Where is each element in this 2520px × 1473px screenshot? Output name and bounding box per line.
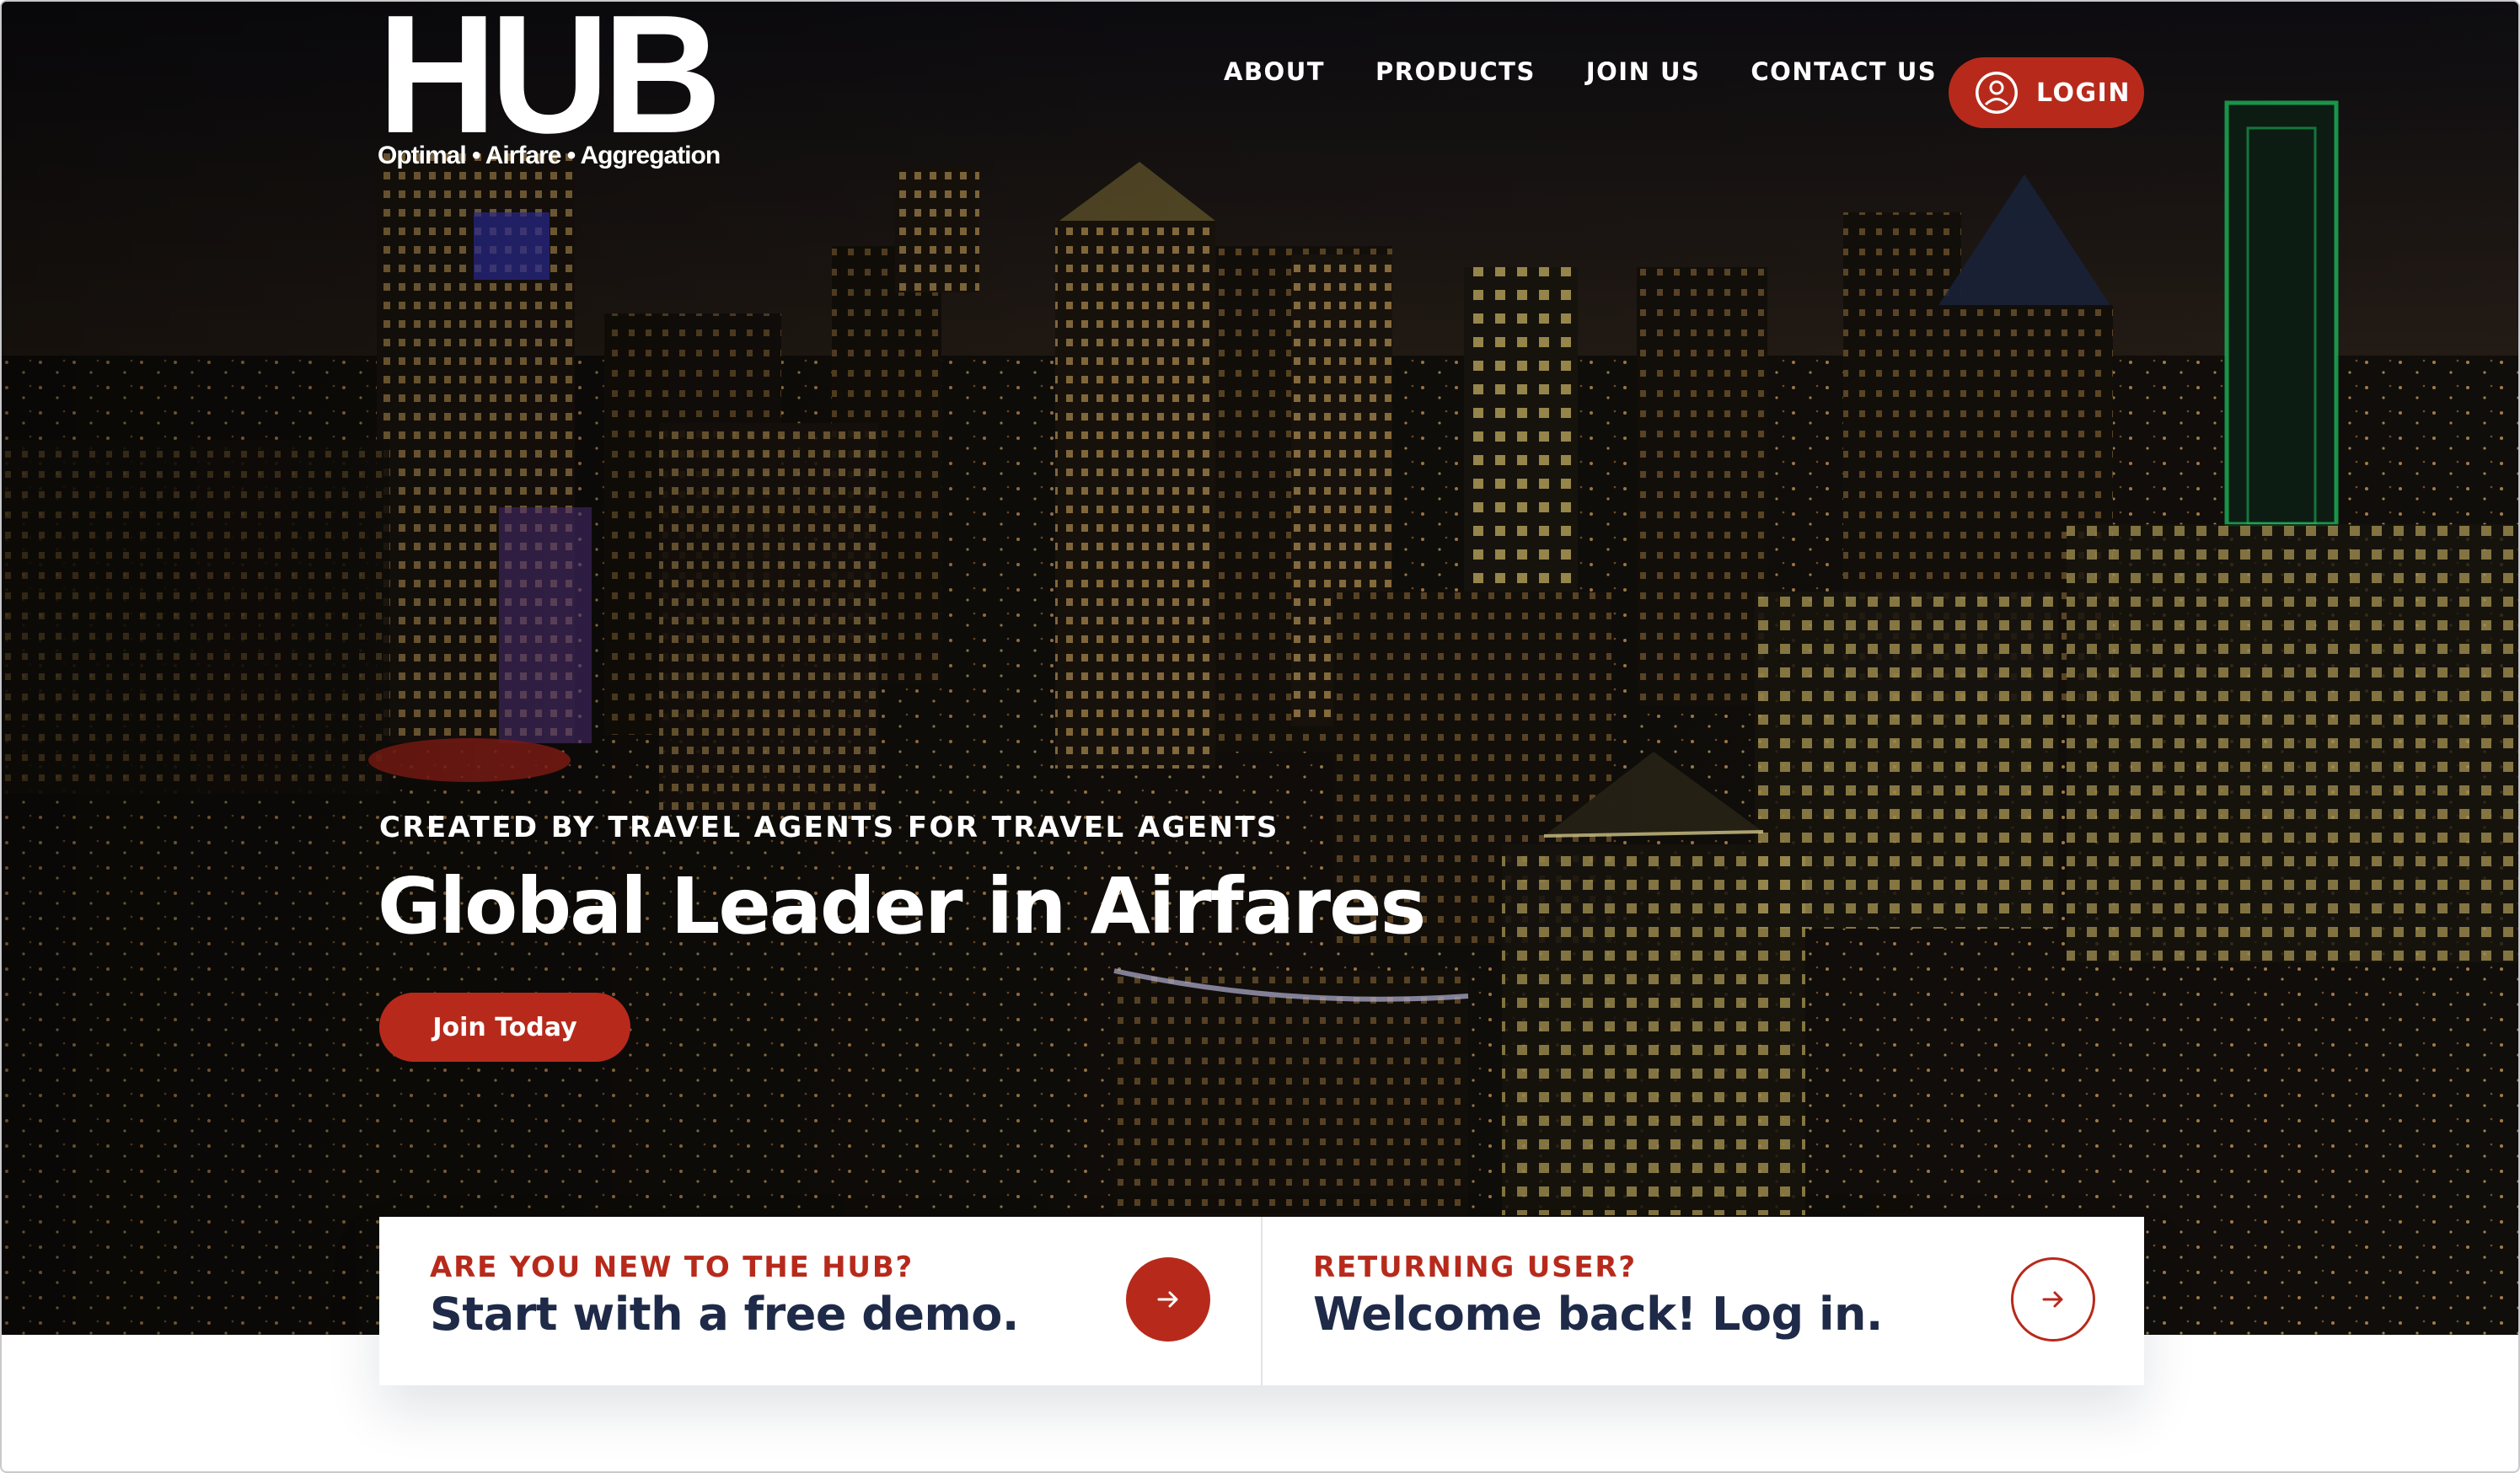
logo-wordmark: HUB (378, 0, 722, 169)
entry-cards: ARE YOU NEW TO THE HUB? Start with a fre… (379, 1217, 2144, 1385)
free-demo-arrow-button[interactable] (1126, 1257, 1210, 1342)
arrow-right-icon (2042, 1291, 2063, 1308)
log-in-arrow-button[interactable] (2011, 1257, 2095, 1342)
arrow-right-icon (1157, 1291, 1178, 1308)
new-user-card[interactable]: ARE YOU NEW TO THE HUB? Start with a fre… (379, 1217, 1261, 1385)
nav-about[interactable]: ABOUT (1224, 57, 1325, 86)
returning-user-eyebrow: RETURNING USER? (1313, 1251, 1637, 1284)
hero-eyebrow: CREATED BY TRAVEL AGENTS FOR TRAVEL AGEN… (379, 811, 1279, 844)
new-user-eyebrow: ARE YOU NEW TO THE HUB? (430, 1251, 914, 1284)
login-label: LOGIN (2036, 78, 2131, 108)
nav-contact-us[interactable]: CONTACT US (1751, 57, 1937, 86)
returning-user-title: Welcome back! Log in. (1313, 1288, 1883, 1341)
hero-overlay (2, 2, 2518, 1335)
returning-user-card[interactable]: RETURNING USER? Welcome back! Log in. (1261, 1217, 2144, 1385)
join-today-button[interactable]: Join Today (379, 993, 630, 1062)
new-user-title: Start with a free demo. (430, 1288, 1019, 1341)
nav-join-us[interactable]: JOIN US (1586, 57, 1701, 86)
hero-headline: Global Leader in Airfares (378, 861, 1426, 951)
browser-viewport: HUB Optimal • Airfare • Aggregation ABOU… (0, 0, 2520, 1473)
hero-section (2, 2, 2518, 1335)
login-button[interactable]: LOGIN (1949, 57, 2144, 128)
nav-products[interactable]: PRODUCTS (1375, 57, 1536, 86)
main-nav: ABOUT PRODUCTS JOIN US CONTACT US (1224, 57, 1987, 86)
hub-logo[interactable]: HUB Optimal • Airfare • Aggregation (378, 0, 723, 170)
user-circle-icon (1974, 70, 2019, 115)
